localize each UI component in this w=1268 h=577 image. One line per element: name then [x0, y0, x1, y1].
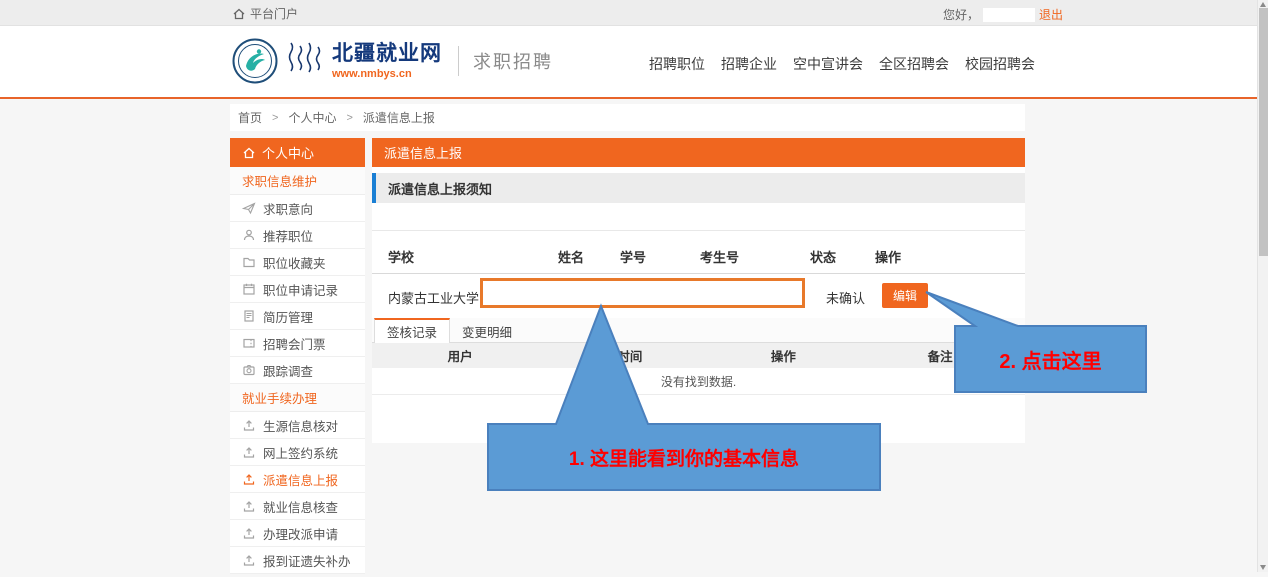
header-student-id: 学号: [620, 247, 700, 266]
student-info-highlight-box: [480, 278, 805, 308]
sidebar-item-job-fair-tickets[interactable]: 招聘会门票: [230, 330, 365, 357]
sidebar-item-report-card-reissue[interactable]: 报到证遗失补办: [230, 547, 365, 574]
brand-name: 北疆就业网: [332, 42, 442, 65]
records-header-user: 用户: [372, 346, 548, 365]
ticket-icon: [242, 336, 256, 350]
home-icon: [242, 146, 256, 160]
logout-link[interactable]: 退出: [1039, 6, 1063, 23]
upload-icon: [242, 499, 256, 513]
sidebar-item-online-signing[interactable]: 网上签约系统: [230, 439, 365, 466]
nav-item-companies[interactable]: 招聘企业: [721, 54, 777, 74]
notice-body: [372, 203, 1025, 231]
records-empty-message: 没有找到数据.: [372, 368, 1025, 395]
records-table-header: 用户 时间 操作 备注: [372, 343, 1025, 368]
page-scrollbar[interactable]: [1257, 0, 1268, 572]
upload-icon: [242, 526, 256, 540]
calendar-icon: [242, 282, 256, 296]
upload-icon: [242, 445, 256, 459]
tab-change-details[interactable]: 变更明细: [450, 318, 524, 343]
breadcrumb-personal-center[interactable]: 个人中心: [288, 109, 336, 126]
brand-url: www.nmbys.cn: [332, 68, 442, 80]
nav-item-jobs[interactable]: 招聘职位: [649, 54, 705, 74]
header-accent-line: [0, 97, 1268, 99]
main-panel: 派遣信息上报 派遣信息上报须知 学校 姓名 学号 考生号 状态 操作 内蒙古工业…: [372, 138, 1025, 443]
portal-link-label: 平台门户: [250, 5, 298, 22]
sidebar-group-employment-procedures: 就业手续办理: [230, 384, 365, 412]
sidebar: 个人中心 求职信息维护 求职意向 推荐职位 职位收藏夹 职位申请记录 简历管理 …: [230, 138, 365, 574]
nav-item-region-fairs[interactable]: 全区招聘会: [879, 54, 949, 74]
cell-school: 内蒙古工业大学: [388, 288, 479, 307]
student-table-header: 学校 姓名 学号 考生号 状态 操作: [372, 240, 1025, 274]
camera-icon: [242, 363, 256, 377]
site-logo[interactable]: 北疆就业网 www.nmbys.cn 求职招聘: [232, 38, 553, 84]
status-badge: 未确认: [826, 288, 865, 307]
brand-divider: [458, 46, 459, 76]
notice-title: 派遣信息上报须知: [372, 173, 1025, 203]
sidebar-group-job-info: 求职信息维护: [230, 167, 365, 195]
breadcrumb-home[interactable]: 首页: [238, 109, 262, 126]
records-header-remark: 备注: [855, 346, 1025, 365]
record-tabs: 签核记录 变更明细: [372, 318, 1025, 343]
header-name: 姓名: [558, 247, 620, 266]
records-header-action: 操作: [712, 346, 856, 365]
main-nav: 招聘职位 招聘企业 空中宣讲会 全区招聘会 校园招聘会: [649, 54, 1035, 74]
home-icon: [232, 7, 246, 21]
breadcrumb: 首页 > 个人中心 > 派遣信息上报: [230, 104, 1025, 131]
sidebar-item-follow-up-survey[interactable]: 跟踪调查: [230, 357, 365, 384]
scrollbar-up-arrow-icon[interactable]: [1260, 2, 1266, 7]
breadcrumb-current-page: 派遣信息上报: [363, 109, 435, 126]
sidebar-item-job-favorites[interactable]: 职位收藏夹: [230, 249, 365, 276]
sidebar-item-dispatch-info-report[interactable]: 派遣信息上报: [230, 466, 365, 493]
site-logo-icon: [232, 38, 278, 84]
sidebar-item-reassignment-application[interactable]: 办理改派申请: [230, 520, 365, 547]
nav-item-campus-fairs[interactable]: 校园招聘会: [965, 54, 1035, 74]
username-redacted: [983, 8, 1035, 22]
site-header: 北疆就业网 www.nmbys.cn 求职招聘 招聘职位 招聘企业 空中宣讲会 …: [0, 26, 1268, 97]
edit-button[interactable]: 编辑: [882, 283, 928, 308]
scrollbar-thumb[interactable]: [1259, 8, 1268, 256]
folder-icon: [242, 255, 256, 269]
breadcrumb-separator: >: [272, 112, 278, 124]
top-utility-bar: 平台门户 您好， 退出: [0, 0, 1268, 26]
sidebar-item-application-records[interactable]: 职位申请记录: [230, 276, 365, 303]
tab-signoff-records[interactable]: 签核记录: [374, 318, 450, 343]
brand-tagline: 求职招聘: [473, 48, 553, 74]
person-icon: [242, 228, 256, 242]
mongolian-script: [286, 39, 326, 83]
sidebar-item-employment-info-check[interactable]: 就业信息核查: [230, 493, 365, 520]
upload-icon: [242, 553, 256, 567]
sidebar-item-recommended-jobs[interactable]: 推荐职位: [230, 222, 365, 249]
nav-item-online-sessions[interactable]: 空中宣讲会: [793, 54, 863, 74]
scrollbar-down-arrow-icon[interactable]: [1260, 565, 1266, 570]
panel-title: 派遣信息上报: [372, 138, 1025, 167]
header-action: 操作: [875, 247, 1025, 266]
header-school: 学校: [388, 247, 558, 266]
header-status: 状态: [810, 247, 875, 266]
sidebar-item-resume-management[interactable]: 简历管理: [230, 303, 365, 330]
sidebar-title: 个人中心: [230, 138, 365, 167]
resume-icon: [242, 309, 256, 323]
student-table-row: 内蒙古工业大学 未确认 编辑: [372, 274, 1025, 316]
paper-plane-icon: [242, 201, 256, 215]
header-exam-id: 考生号: [700, 247, 810, 266]
portal-link[interactable]: 平台门户: [232, 5, 298, 22]
upload-icon: [242, 472, 256, 486]
records-header-time: 时间: [548, 346, 711, 365]
sidebar-item-job-intention[interactable]: 求职意向: [230, 195, 365, 222]
breadcrumb-separator: >: [346, 112, 352, 124]
greeting-text: 您好，: [943, 6, 979, 23]
sidebar-item-student-source-check[interactable]: 生源信息核对: [230, 412, 365, 439]
upload-icon: [242, 418, 256, 432]
